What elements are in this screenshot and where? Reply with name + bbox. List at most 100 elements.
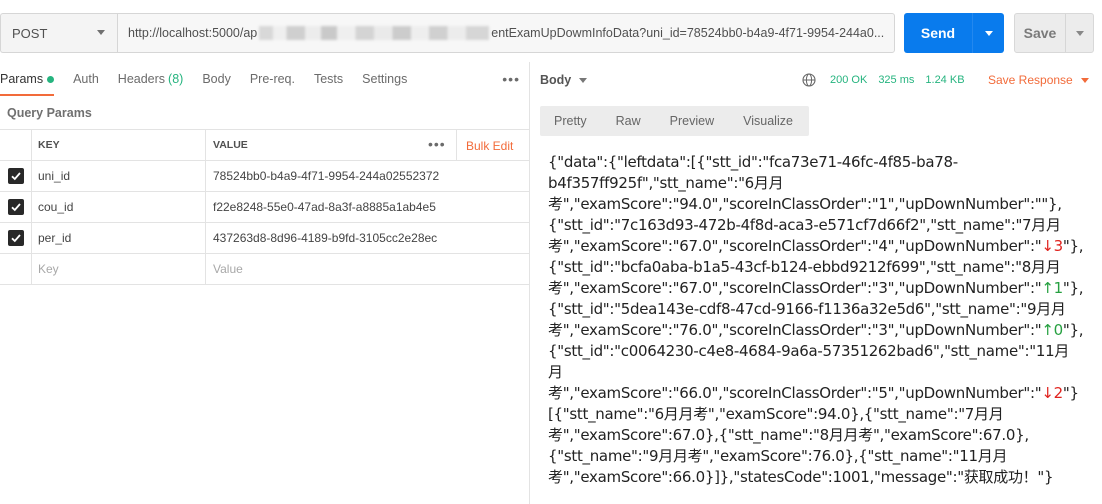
value-input[interactable]: Value (206, 254, 530, 284)
redacted-url-segment (259, 26, 490, 40)
tab-body[interactable]: Body (202, 62, 231, 96)
status-code[interactable]: 200 OK (830, 74, 867, 86)
checkbox[interactable] (7, 230, 24, 246)
tab-auth-label: Auth (73, 72, 99, 86)
response-size[interactable]: 1.24 KB (925, 74, 964, 86)
json-line-tail: "}, (1062, 321, 1084, 339)
json-line: [{"stt_name":"6月月考","examScore":94.0},{"… (548, 405, 1004, 423)
chevron-down-icon (984, 30, 993, 36)
value-cell[interactable]: f22e8248-55e0-47ad-8a3f-a8885a1ab4e5 (206, 192, 530, 222)
key-cell[interactable]: per_id (32, 223, 206, 253)
table-row: uni_id 78524bb0-b4a9-4f71-9954-244a02552… (0, 161, 530, 192)
checkbox[interactable] (7, 199, 24, 215)
json-line: {"stt_name":"9月月考","examScore":76.0},{"s… (548, 447, 1008, 465)
down-arrow-value: ↓3 (1041, 237, 1063, 255)
response-time[interactable]: 325 ms (878, 74, 914, 86)
more-options-icon[interactable]: ••• (502, 71, 520, 87)
tab-settings[interactable]: Settings (362, 62, 407, 96)
key-cell[interactable]: cou_id (32, 192, 206, 222)
header-value-cell: VALUE ••• Bulk Edit (206, 130, 530, 161)
response-body-label: Body (540, 73, 572, 87)
json-line: 考","examScore":"94.0","scoreInClassOrder… (548, 195, 1062, 213)
param-value: 437263d8-8d96-4189-b9fd-3105cc2e28ec (213, 231, 438, 245)
tab-preview[interactable]: Preview (670, 114, 714, 128)
down-arrow-value: ↓2 (1041, 384, 1063, 402)
response-meta: 200 OK 325 ms 1.24 KB (830, 74, 965, 86)
chevron-down-icon (1075, 30, 1084, 36)
response-pane: Body 200 OK 325 ms 1.24 KB Save Response… (531, 62, 1102, 504)
json-line: 考","examScore":"66.0","scoreInClassOrder… (548, 383, 1101, 404)
row-check-cell (0, 161, 32, 191)
response-body-select[interactable]: Body (540, 73, 588, 87)
query-params-table: KEY VALUE ••• Bulk Edit uni_id 78524bb0-… (0, 129, 530, 285)
json-line: {"data":{"leftdata":[{"stt_id":"fca73e71… (548, 153, 958, 171)
response-body[interactable]: {"data":{"leftdata":[{"stt_id":"fca73e71… (548, 152, 1101, 488)
tab-prereq-label: Pre-req. (249, 72, 295, 86)
save-label: Save (1023, 25, 1057, 41)
header-check-cell (0, 130, 32, 160)
json-line: {"stt_id":"5dea143e-cdf8-47cd-9166-f1136… (548, 300, 1066, 318)
row-check-cell (0, 254, 32, 284)
json-line: 考","examScore":"67.0","scoreInClassOrder… (548, 236, 1101, 257)
tab-params[interactable]: Params (0, 62, 55, 96)
send-button[interactable]: Send (904, 13, 1004, 53)
bulk-edit-link[interactable]: Bulk Edit (466, 139, 513, 153)
table-row: cou_id f22e8248-55e0-47ad-8a3f-a8885a1ab… (0, 192, 530, 223)
key-cell[interactable]: uni_id (32, 161, 206, 191)
json-line: 考","examScore":67.0},{"stt_name":"8月月考",… (548, 426, 1029, 444)
request-tabs: Params Auth Headers (8) Body Pre-req. Te… (0, 62, 530, 96)
url-end: entExamUpDowmInfoData?uni_id=78524bb0-b4… (491, 26, 885, 40)
tab-body-label: Body (202, 72, 231, 86)
active-dot-icon (47, 75, 55, 83)
value-cell[interactable]: 437263d8-8d96-4189-b9fd-3105cc2e28ec (206, 223, 530, 253)
tab-tests-label: Tests (313, 72, 344, 86)
save-button[interactable]: Save (1014, 13, 1094, 53)
headers-count: (8) (168, 72, 184, 86)
column-options-icon[interactable]: ••• (428, 136, 446, 152)
send-label: Send (920, 25, 956, 41)
globe-icon[interactable] (802, 73, 816, 87)
tab-raw[interactable]: Raw (616, 114, 641, 128)
column-header-value: VALUE (213, 139, 248, 151)
query-params-title: Query Params (7, 106, 92, 120)
tab-pretty[interactable]: Pretty (554, 114, 587, 128)
key-input[interactable]: Key (32, 254, 206, 284)
header-key-cell: KEY (32, 130, 206, 160)
json-line: 考","examScore":"67.0","scoreInClassOrder… (548, 278, 1101, 299)
save-options-dropdown[interactable] (1066, 30, 1093, 36)
chevron-down-icon (1080, 77, 1089, 83)
row-check-cell (0, 223, 32, 253)
tab-tests[interactable]: Tests (314, 62, 343, 96)
json-line-text: 考","examScore":"76.0","scoreInClassOrder… (548, 321, 1042, 339)
tab-visualize[interactable]: Visualize (743, 114, 793, 128)
up-arrow-value: ↑0 (1041, 321, 1063, 339)
url-input[interactable]: http://localhost:5000/ap entExamUpDowmIn… (117, 13, 895, 53)
url-start: http://localhost:5000/ap (128, 26, 258, 40)
json-line-text: 考","examScore":"66.0","scoreInClassOrder… (548, 384, 1042, 402)
param-key: cou_id (38, 200, 74, 214)
json-line: b4f357ff925f","stt_name":"6月月 (548, 174, 784, 192)
value-placeholder: Value (213, 262, 243, 276)
tab-headers-label: Headers (117, 72, 166, 86)
json-line: 考","examScore":"76.0","scoreInClassOrder… (548, 320, 1101, 341)
json-line-tail: "}, (1062, 279, 1084, 297)
checkbox[interactable] (7, 168, 24, 184)
table-row: per_id 437263d8-8d96-4189-b9fd-3105cc2e2… (0, 223, 530, 254)
method-select[interactable]: POST (0, 13, 117, 53)
tab-auth[interactable]: Auth (73, 62, 99, 96)
chevron-down-icon (97, 30, 105, 35)
row-check-cell (0, 192, 32, 222)
json-line-tail: "} (1062, 384, 1079, 402)
save-response-button[interactable]: Save Response (988, 73, 1089, 87)
json-line-text: 考","examScore":"67.0","scoreInClassOrder… (548, 279, 1042, 297)
request-pane: Params Auth Headers (8) Body Pre-req. Te… (0, 62, 530, 504)
tab-headers[interactable]: Headers (8) (118, 62, 184, 96)
value-cell[interactable]: 78524bb0-b4a9-4f71-9954-244a02552372 (206, 161, 530, 191)
tab-prereq[interactable]: Pre-req. (250, 62, 295, 96)
table-header-row: KEY VALUE ••• Bulk Edit (0, 130, 530, 161)
param-key: per_id (38, 231, 72, 245)
send-divider (972, 13, 973, 53)
up-arrow-value: ↑1 (1041, 279, 1063, 297)
send-options-dropdown[interactable] (973, 30, 1004, 36)
json-line: {"stt_id":"bcfa0aba-b1a5-43cf-b124-ebbd9… (548, 258, 1061, 276)
